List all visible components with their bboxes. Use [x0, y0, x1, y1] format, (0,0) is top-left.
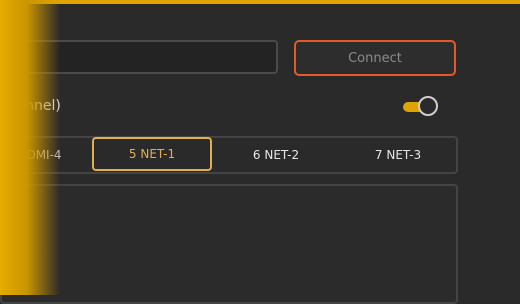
connect-button[interactable]: Connect: [294, 40, 456, 76]
tab-label: 7 NET-3: [374, 148, 422, 162]
address-input[interactable]: [0, 40, 278, 74]
channel-label: channel): [0, 98, 61, 114]
tab-label: 6 NET-2: [252, 148, 300, 162]
content-panel: [0, 184, 458, 304]
connect-button-label: Connect: [348, 50, 402, 66]
top-accent-bar: [0, 0, 520, 4]
source-selector: HDMI-4 5 NET-1 6 NET-2 7 NET-3: [0, 136, 458, 174]
tab-label: 5 NET-1: [128, 147, 176, 161]
tab-net-3[interactable]: 7 NET-3: [338, 138, 458, 172]
tab-label: HDMI-4: [17, 148, 62, 162]
tab-net-1[interactable]: 5 NET-1: [92, 137, 212, 171]
toggle-knob: [418, 96, 438, 116]
channel-toggle[interactable]: [401, 96, 439, 118]
tab-net-2[interactable]: 6 NET-2: [216, 138, 336, 172]
tab-hdmi-4[interactable]: HDMI-4: [12, 138, 67, 172]
